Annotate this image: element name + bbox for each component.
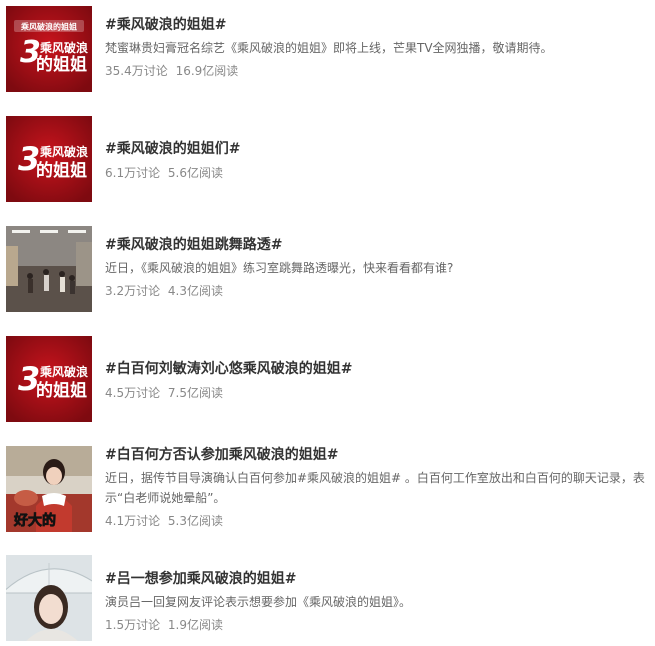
topic-description: 梵蜜琳贵妇膏冠名综艺《乘风破浪的姐姐》即将上线，芒果TV全网独播，敬请期待。 <box>105 41 553 55</box>
topic-item-5[interactable]: 好大的 #白百何方否认参加乘风破浪的姐姐# 近日，据传节目导演确认白百何参加#乘… <box>0 446 655 536</box>
topic-thumbnail-1[interactable]: 乘风破浪的姐姐 3 乘风破浪 的姐姐 <box>6 6 92 92</box>
topic-item-4[interactable]: 3 乘风破浪 的姐姐 #白百何刘敏涛刘心悠乘风破浪的姐姐# 4.5万讨论 7.5… <box>0 336 655 426</box>
read-count: 5.6亿阅读 <box>167 166 224 180</box>
svg-text:的姐姐: 的姐姐 <box>36 54 87 75</box>
topic-thumbnail-3[interactable] <box>6 226 92 312</box>
discussion-count: 1.5万讨论 <box>105 618 161 632</box>
topic-thumbnail-5[interactable]: 好大的 <box>6 446 92 532</box>
topic-item-3[interactable]: #乘风破浪的姐姐跳舞路透# 近日，《乘风破浪的姐姐》练习室跳舞路透曝光，快来看看… <box>0 226 655 316</box>
discussion-count: 35.4万讨论 <box>105 64 168 78</box>
thumbnail-caption: 好大的 <box>13 512 56 529</box>
show-logo-image: 3 乘风破浪 的姐姐 <box>6 116 92 202</box>
topic-title[interactable]: #白百何方否认参加乘风破浪的姐姐# <box>105 446 649 464</box>
topic-stats: 35.4万讨论 16.9亿阅读 <box>105 62 649 80</box>
read-count: 7.5亿阅读 <box>167 386 224 400</box>
topic-stats: 6.1万讨论 5.6亿阅读 <box>105 164 649 182</box>
topic-item-2[interactable]: 3 乘风破浪 的姐姐 #乘风破浪的姐姐们# 6.1万讨论 5.6亿阅读 <box>0 116 655 206</box>
svg-text:的姐姐: 的姐姐 <box>36 160 87 181</box>
topic-thumbnail-2[interactable]: 3 乘风破浪 的姐姐 <box>6 116 92 202</box>
svg-text:乘风破浪: 乘风破浪 <box>39 144 88 159</box>
topic-title[interactable]: #吕一想参加乘风破浪的姐姐# <box>105 570 649 588</box>
show-logo-image: 3 乘风破浪 的姐姐 <box>6 336 92 422</box>
topic-description: 近日，《乘风破浪的姐姐》练习室跳舞路透曝光，快来看看都有谁? <box>105 261 454 275</box>
discussion-count: 6.1万讨论 <box>105 166 161 180</box>
topic-stats: 4.1万讨论 5.3亿阅读 <box>105 512 649 530</box>
svg-text:的姐姐: 的姐姐 <box>36 380 87 401</box>
show-logo-banner-image: 乘风破浪的姐姐 3 乘风破浪 的姐姐 <box>6 6 92 92</box>
svg-text:乘风破浪: 乘风破浪 <box>39 40 88 55</box>
topic-title[interactable]: #乘风破浪的姐姐们# <box>105 140 649 158</box>
topic-title[interactable]: #白百何刘敏涛刘心悠乘风破浪的姐姐# <box>105 360 649 378</box>
topic-title[interactable]: #乘风破浪的姐姐跳舞路透# <box>105 236 649 254</box>
topic-description: 近日，据传节目导演确认白百何参加#乘风破浪的姐姐# 。白百何工作室放出和白百何的… <box>105 471 645 505</box>
topic-thumbnail-4[interactable]: 3 乘风破浪 的姐姐 <box>6 336 92 422</box>
portrait-photo <box>6 555 92 641</box>
topic-item-6[interactable]: #吕一想参加乘风破浪的姐姐# 演员吕一回复网友评论表示想要参加《乘风破浪的姐姐》… <box>0 555 655 645</box>
read-count: 1.9亿阅读 <box>167 618 224 632</box>
topic-item-1[interactable]: 乘风破浪的姐姐 3 乘风破浪 的姐姐 #乘风破浪的姐姐# 梵蜜琳贵妇膏冠名综艺《… <box>0 6 655 96</box>
topic-stats: 3.2万讨论 4.3亿阅读 <box>105 282 649 300</box>
topic-description: 演员吕一回复网友评论表示想要参加《乘风破浪的姐姐》。 <box>105 595 412 609</box>
discussion-count: 3.2万讨论 <box>105 284 161 298</box>
read-count: 4.3亿阅读 <box>167 284 224 298</box>
topic-stats: 4.5万讨论 7.5亿阅读 <box>105 384 649 402</box>
svg-text:乘风破浪的姐姐: 乘风破浪的姐姐 <box>20 22 77 32</box>
discussion-count: 4.1万讨论 <box>105 514 161 528</box>
variety-show-photo: 好大的 <box>6 446 92 532</box>
topic-title[interactable]: #乘风破浪的姐姐# <box>105 16 649 34</box>
read-count: 16.9亿阅读 <box>175 64 239 78</box>
topic-thumbnail-6[interactable] <box>6 555 92 641</box>
read-count: 5.3亿阅读 <box>167 514 224 528</box>
svg-text:乘风破浪: 乘风破浪 <box>39 364 88 379</box>
discussion-count: 4.5万讨论 <box>105 386 161 400</box>
topic-stats: 1.5万讨论 1.9亿阅读 <box>105 616 649 634</box>
dance-studio-photo <box>6 226 92 312</box>
